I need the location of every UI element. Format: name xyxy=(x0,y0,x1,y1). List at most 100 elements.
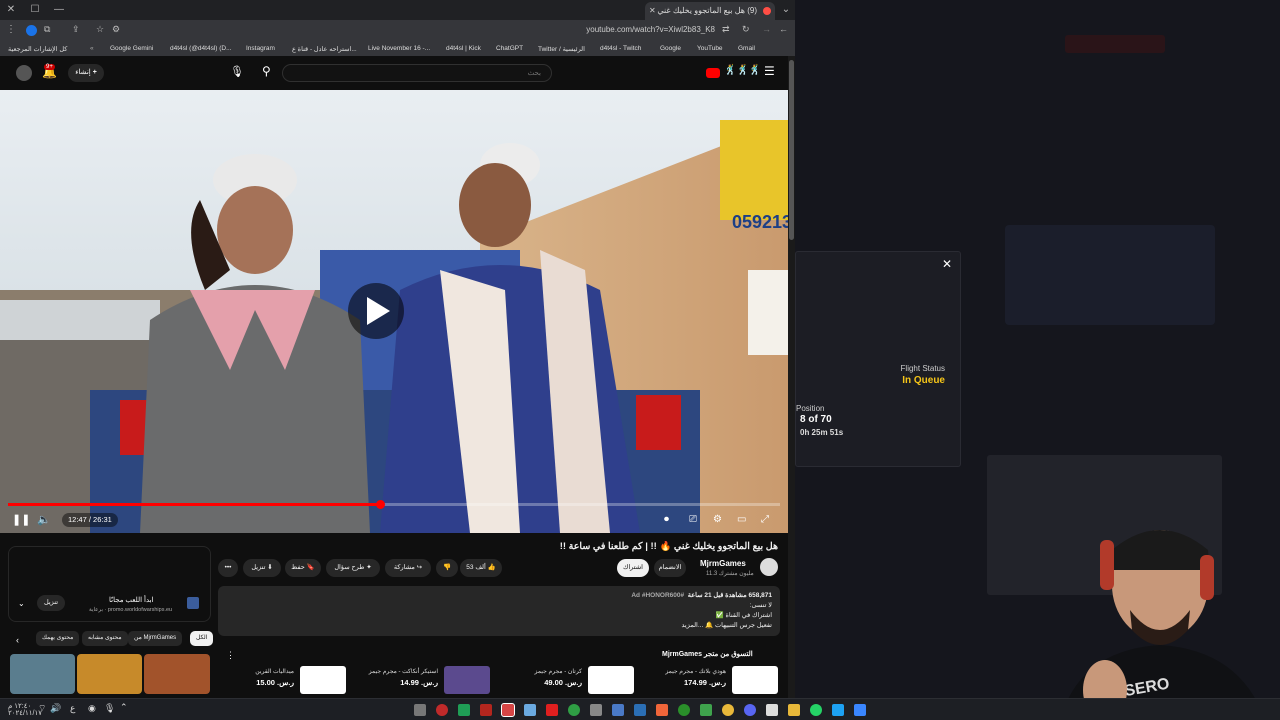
maximize-icon[interactable]: ☐ xyxy=(28,3,42,17)
language-indicator[interactable]: ع xyxy=(70,703,75,714)
scrollbar[interactable] xyxy=(788,56,795,698)
bookmark-youtube[interactable]: YouTube xyxy=(697,45,723,52)
app-taskbar-icon[interactable] xyxy=(436,704,448,716)
theater-icon[interactable]: ▭ xyxy=(737,513,746,527)
close-window-icon[interactable]: ✕ xyxy=(4,3,18,17)
bookmark-instagram[interactable]: Instagram xyxy=(246,45,275,52)
profile-icon[interactable] xyxy=(26,25,37,36)
bookmark-gemini[interactable]: Google Gemini xyxy=(110,45,153,52)
product-card[interactable]: هودي بلاتك - مجرم جيمز ر.س. 174.99 xyxy=(632,666,778,696)
like-button[interactable]: 53 ألف 👍 xyxy=(460,559,502,577)
forward-icon[interactable]: → xyxy=(762,24,771,34)
xbox-taskbar-icon[interactable] xyxy=(678,704,690,716)
tray-app-icon[interactable]: ◉ xyxy=(88,703,96,714)
search-icon[interactable]: ⚲ xyxy=(262,64,271,78)
app-taskbar-icon[interactable] xyxy=(590,704,602,716)
page-info-icon[interactable]: ⇄ xyxy=(722,24,730,35)
pause-icon[interactable]: ❚❚ xyxy=(12,513,30,527)
bookmark-google[interactable]: Google xyxy=(660,45,681,52)
download-button[interactable]: تنزيل ⬇ xyxy=(243,559,281,577)
save-button[interactable]: حفظ 🔖 xyxy=(285,559,321,577)
reload-icon[interactable]: ↻ xyxy=(742,24,750,35)
settings-icon[interactable]: ⚙ xyxy=(713,513,722,527)
spotify-taskbar-icon[interactable] xyxy=(568,704,580,716)
app-taskbar-icon[interactable] xyxy=(612,704,624,716)
youtube-logo-icon[interactable] xyxy=(706,68,720,78)
bookmarks-overflow-icon[interactable]: « xyxy=(90,45,94,52)
bookmark-all[interactable]: كل الإشارات المرجعية xyxy=(8,45,67,53)
brave-taskbar-icon[interactable] xyxy=(656,704,668,716)
bookmark-tiktok[interactable]: d4t4sl (@d4t4sl) (D... xyxy=(170,45,232,52)
bookmark-chatgpt[interactable]: ChatGPT xyxy=(496,45,523,52)
recommended-thumbnail[interactable] xyxy=(10,654,75,694)
windows-start-icon[interactable] xyxy=(854,704,866,716)
product-card[interactable]: ميداليات القرين ر.س. 15.00 xyxy=(222,666,346,696)
bookmark-star-icon[interactable]: ☆ xyxy=(96,24,104,35)
description-line[interactable]: تفعيل جرس التنبيهات 🔔 ...المزيد xyxy=(226,621,772,629)
chip-from-channel[interactable]: من MjrmGames xyxy=(128,631,183,646)
search-input[interactable]: بحث xyxy=(282,64,552,82)
app-taskbar-icon[interactable] xyxy=(458,704,470,716)
hashtags[interactable]: #Ad #HONOR600 xyxy=(631,592,684,599)
share-icon[interactable]: ⇪ xyxy=(72,24,80,35)
dislike-button[interactable]: 👎 xyxy=(436,559,458,577)
fullscreen-icon[interactable]: ⤢ xyxy=(761,513,769,527)
app-taskbar-icon[interactable] xyxy=(832,704,844,716)
chip-similar[interactable]: محتوى مشابه xyxy=(82,631,128,646)
chip-interests[interactable]: محتوى يهمك xyxy=(36,631,80,646)
notepad-taskbar-icon[interactable] xyxy=(524,704,536,716)
close-icon[interactable]: ✕ xyxy=(942,257,952,271)
create-button[interactable]: إنشاء + xyxy=(68,64,104,82)
recommended-thumbnail[interactable] xyxy=(77,654,142,694)
volume-icon[interactable]: 🔈 xyxy=(37,513,51,527)
discord-taskbar-icon[interactable] xyxy=(744,704,756,716)
bookmark-whatsapp[interactable]: استراحه عادل - قناة ع... xyxy=(292,45,357,53)
bookmark-twitch[interactable]: d4t4sl - Twitch xyxy=(600,45,641,52)
more-actions-button[interactable]: ••• xyxy=(218,559,238,577)
scrollbar-thumb[interactable] xyxy=(789,60,794,240)
progress-bar[interactable] xyxy=(8,500,780,509)
autoplay-toggle-icon[interactable]: ⏺ xyxy=(664,513,669,527)
ask-button[interactable]: طرح سؤال ✦ xyxy=(326,559,380,577)
tab-list-icon[interactable]: ⌄ xyxy=(779,3,793,17)
product-card[interactable]: كرتان - مجرم جيمز ر.س. 49.00 xyxy=(490,666,634,696)
wifi-icon[interactable]: ⌔ xyxy=(38,703,46,714)
channel-name[interactable]: MjrmGames xyxy=(700,559,746,568)
hamburger-menu-icon[interactable]: ☰ xyxy=(764,64,775,78)
chip-all[interactable]: الكل xyxy=(190,631,214,646)
store-more-icon[interactable]: ⋮ xyxy=(226,650,235,661)
tray-overflow-icon[interactable]: ⌃ xyxy=(120,702,128,713)
youtube-taskbar-icon[interactable] xyxy=(546,704,558,716)
join-button[interactable]: الانضمام xyxy=(654,559,686,577)
share-button[interactable]: مشاركة ↪ xyxy=(385,559,431,577)
extensions-icon[interactable]: ⧉ xyxy=(44,24,50,35)
recommended-thumbnail[interactable] xyxy=(144,654,210,694)
tune-icon[interactable]: ⚙ xyxy=(112,24,120,35)
chevron-left-icon[interactable]: ‹ xyxy=(16,635,19,645)
app-taskbar-icon[interactable] xyxy=(700,704,712,716)
url-field[interactable]: youtube.com/watch?v=Xiwl2b83_K8 xyxy=(586,25,715,34)
product-card[interactable]: استيكر أنكاكت - مجرم جيمز ر.س. 14.99 xyxy=(350,666,490,696)
ad-download-button[interactable]: تنزيل xyxy=(37,595,65,611)
bookmark-kick[interactable]: d4t4sl | Kick xyxy=(446,45,481,52)
app-taskbar-icon[interactable] xyxy=(766,704,778,716)
ad-text[interactable]: ابدأ اللعب مجانًا xyxy=(109,596,154,604)
chevron-down-icon[interactable]: ⌄ xyxy=(18,599,25,608)
active-app-taskbar-icon[interactable] xyxy=(501,703,515,717)
subscribe-button[interactable]: اشتراك xyxy=(617,559,649,577)
clock[interactable]: ١٢:٤٠ م ٢٠٢٤/١١/١٧ xyxy=(8,703,42,717)
bookmark-gmail[interactable]: Gmail xyxy=(738,45,755,52)
close-tab-icon[interactable]: ✕ xyxy=(649,2,656,20)
description-box[interactable]: 658,871 مشاهدة قبل 21 ساعة #Ad #HONOR600… xyxy=(218,586,780,636)
minimize-icon[interactable]: — xyxy=(52,3,66,17)
settings-taskbar-icon[interactable] xyxy=(414,704,426,716)
mic-icon[interactable]: 🎙 xyxy=(230,65,244,78)
channel-avatar[interactable] xyxy=(760,558,778,576)
whatsapp-taskbar-icon[interactable] xyxy=(810,704,822,716)
file-explorer-taskbar-icon[interactable] xyxy=(788,704,800,716)
bookmark-live[interactable]: Live November 16 -... xyxy=(368,45,430,52)
mic-tray-icon[interactable]: 🎙 xyxy=(104,703,115,714)
avatar[interactable] xyxy=(16,65,32,81)
steam-taskbar-icon[interactable] xyxy=(634,704,646,716)
speaker-icon[interactable]: 🔊 xyxy=(50,703,61,714)
